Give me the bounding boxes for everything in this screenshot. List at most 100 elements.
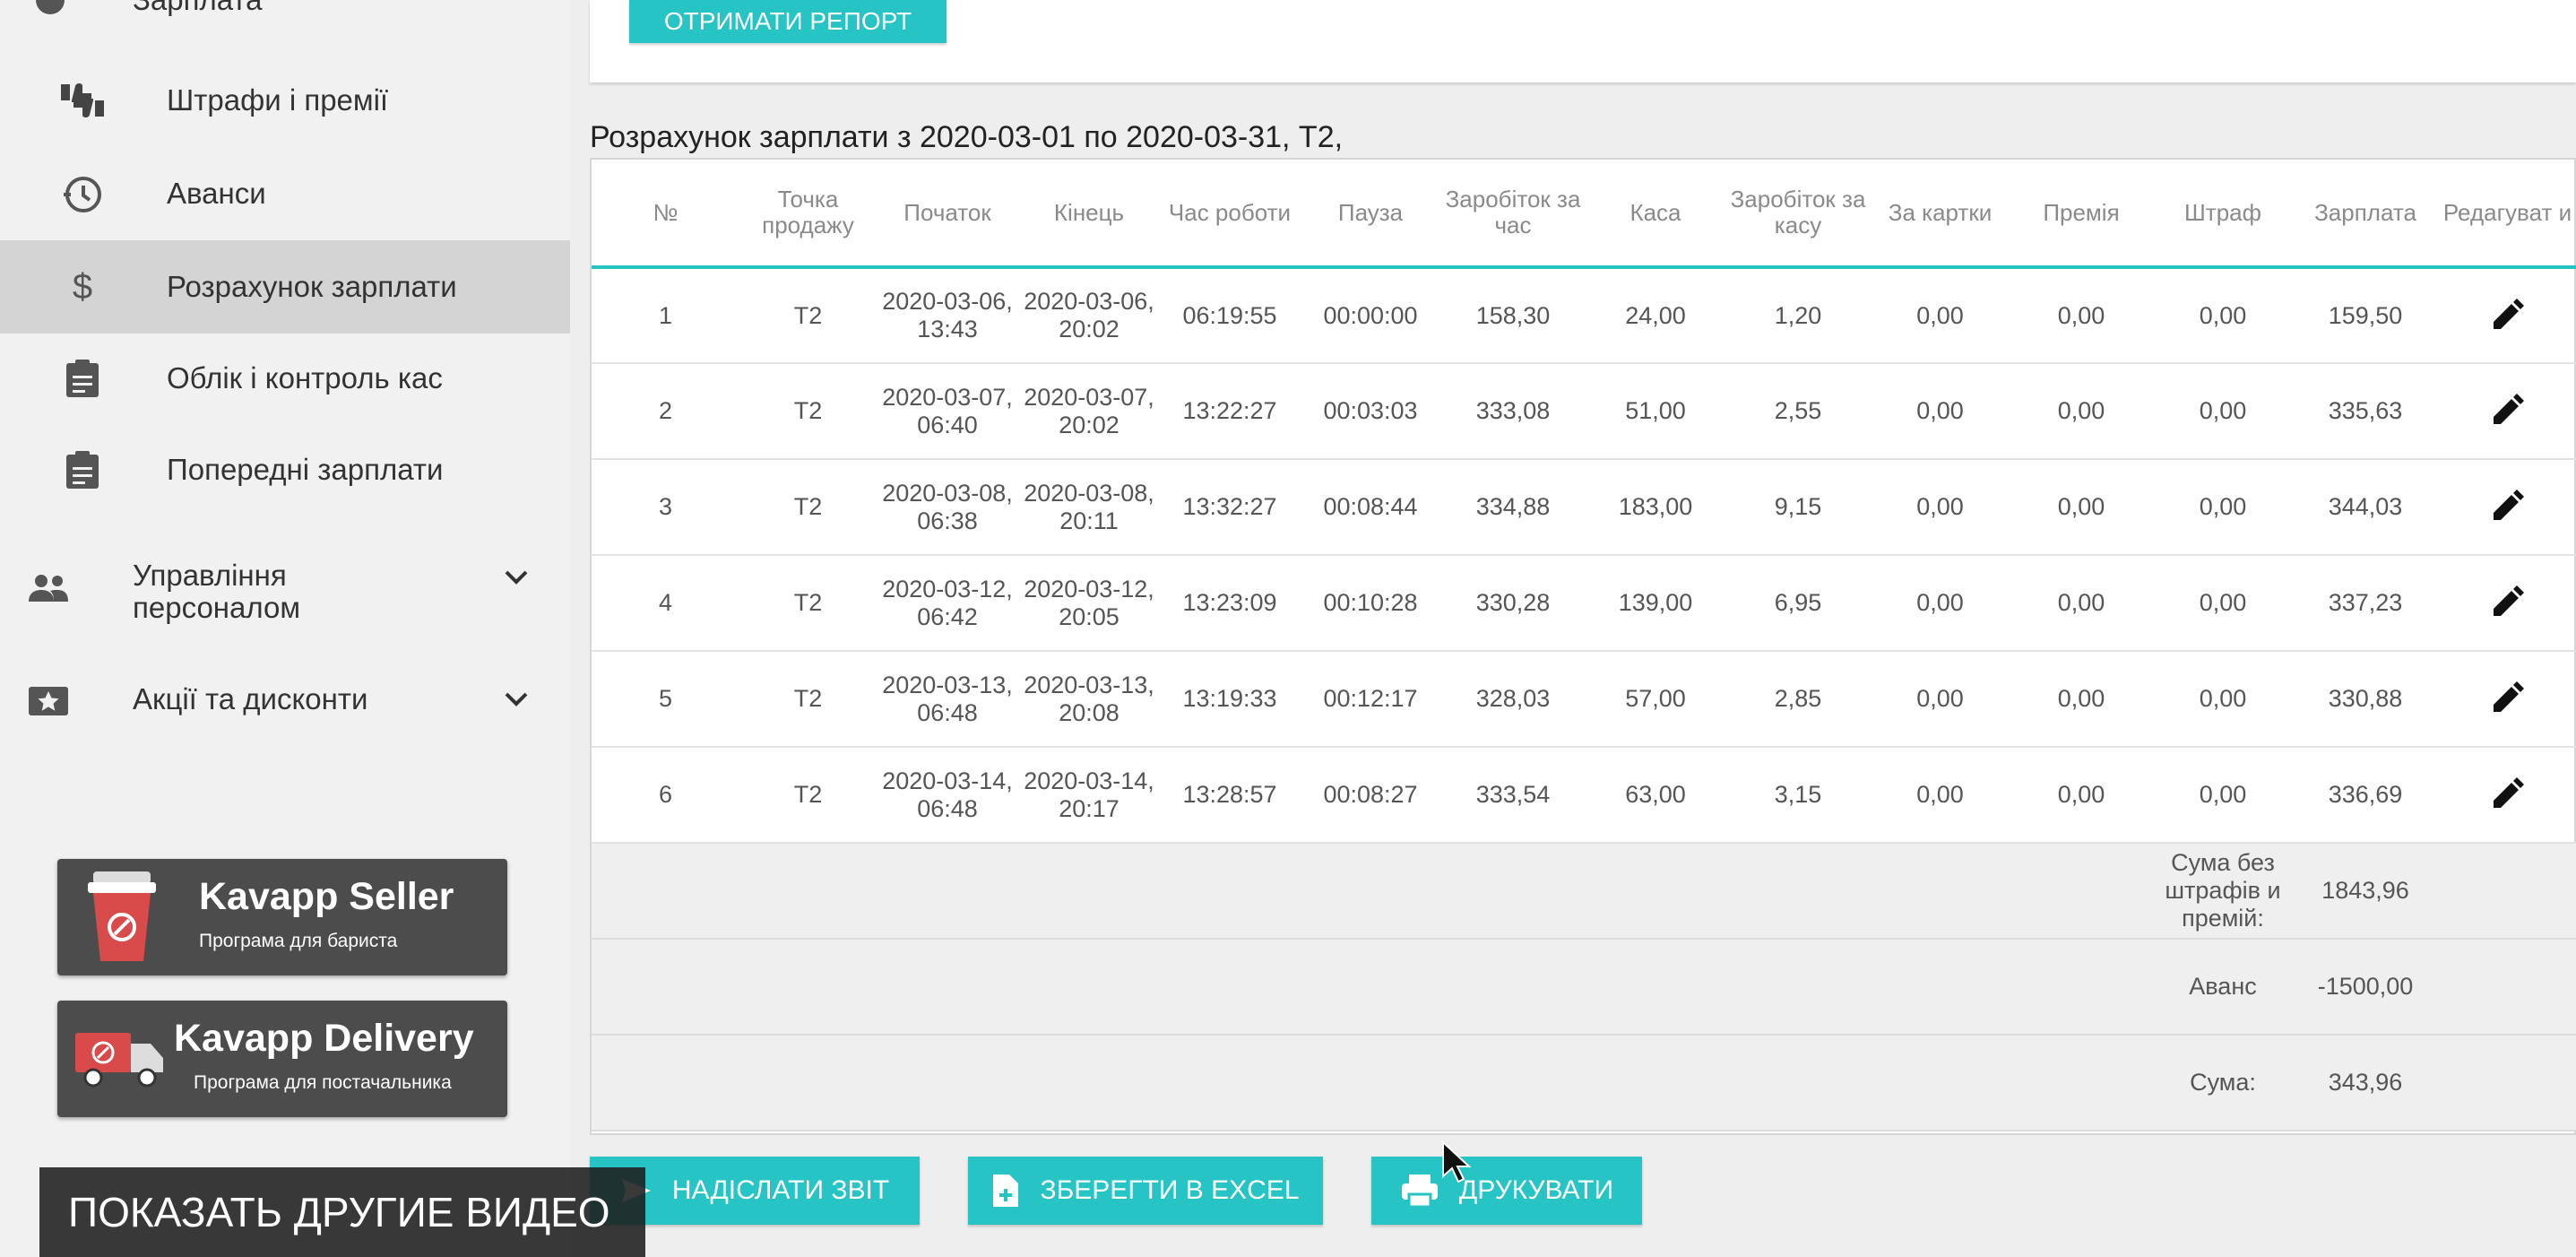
date-part: 2020-03-13,: [882, 671, 1013, 698]
table-cell: 0,00: [2010, 651, 2152, 748]
table-cell: 13:19:33: [1160, 651, 1300, 748]
table-cell: Т2: [739, 651, 877, 748]
table-cell: 00:08:44: [1300, 459, 1441, 556]
table-cell: 24,00: [1585, 267, 1726, 364]
edit-pencil-icon[interactable]: [2486, 293, 2529, 336]
summary-row: Сума: 343,96: [592, 1035, 2576, 1131]
print-button[interactable]: ДРУКУВАТИ: [1371, 1157, 1642, 1225]
chevron-down-icon[interactable]: [498, 559, 534, 595]
summary-value: 1843,96: [2294, 843, 2437, 940]
sidebar-item-previous-salaries[interactable]: Попередні зарплати: [0, 423, 570, 516]
table-cell: 2,85: [1726, 651, 1870, 748]
edit-pencil-icon[interactable]: [2486, 580, 2529, 623]
date-part: 2020-03-06,: [882, 288, 1013, 315]
print-label: ДРУКУВАТИ: [1458, 1175, 1614, 1205]
date-part: 2020-03-07,: [882, 383, 1013, 411]
table-cell: 13:22:27: [1160, 363, 1300, 460]
sidebar-item-label: Попередні зарплати: [167, 453, 444, 486]
sidebar-item-advances[interactable]: Аванси: [0, 147, 570, 240]
save-excel-button[interactable]: ЗБЕРЕГТИ В EXCEL: [968, 1157, 1323, 1225]
summary-row: Сума без штрафів и премій: 1843,96: [592, 843, 2576, 940]
clipboard-icon: [59, 355, 106, 402]
table-cell: 2020-03-06, 20:02: [1018, 267, 1160, 364]
table-cell: 0,00: [2152, 747, 2294, 844]
clock-history-icon: [59, 170, 106, 217]
sidebar-item-label: Облік і контроль кас: [167, 361, 443, 394]
table-cell: 1: [592, 267, 739, 364]
sidebar-item-fines-bonuses[interactable]: Штрафи і премії: [0, 54, 570, 147]
column-header: Штраф: [2152, 160, 2294, 269]
date-part: 2020-03-14,: [1024, 767, 1154, 794]
summary-label: Аванс: [2152, 939, 2294, 1036]
time-part: 20:02: [1059, 411, 1119, 438]
column-header: Редагуват и: [2437, 160, 2576, 269]
thumbs-up-down-icon: [59, 77, 106, 124]
column-header: Премія: [2010, 160, 2152, 269]
table-row: 1 Т2 2020-03-06, 13:43 2020-03-06, 20:02 06:19…: [592, 267, 2576, 364]
mouse-cursor-icon: [1441, 1140, 1472, 1188]
table-cell: 13:32:27: [1160, 459, 1300, 556]
summary-value: 343,96: [2294, 1035, 2437, 1131]
table-cell: 330,88: [2294, 651, 2437, 748]
table-cell: 344,03: [2294, 459, 2437, 556]
time-part: 06:48: [917, 698, 978, 726]
get-report-button[interactable]: ОТРИМАТИ РЕПОРТ: [629, 0, 947, 43]
edit-pencil-icon[interactable]: [2486, 484, 2529, 527]
kavapp-delivery-banner[interactable]: Kavapp Delivery Програма для постачальни…: [57, 1001, 507, 1117]
date-part: 2020-03-06,: [1024, 288, 1154, 315]
table-cell: 2020-03-07, 20:02: [1018, 363, 1160, 460]
table-cell: 2: [592, 363, 739, 460]
table-cell: 0,00: [2152, 555, 2294, 652]
edit-pencil-icon[interactable]: [2486, 772, 2529, 815]
coffee-cup-icon: [86, 870, 158, 969]
summary-spacer: [2437, 843, 2576, 940]
people-icon: [25, 565, 72, 611]
chevron-down-icon[interactable]: [498, 681, 534, 717]
column-header: Каса: [1585, 160, 1726, 269]
table-cell: 0,00: [1870, 363, 2010, 460]
table-cell: 2020-03-12, 06:42: [877, 555, 1018, 652]
time-part: 06:40: [917, 411, 978, 438]
kavapp-seller-banner[interactable]: Kavapp Seller Програма для бариста: [57, 859, 507, 975]
table-cell: 13:23:09: [1160, 555, 1300, 652]
sidebar-group-staff[interactable]: Управління персоналом: [0, 556, 570, 628]
edit-pencil-icon[interactable]: [2486, 676, 2529, 719]
sidebar-item-salary[interactable]: Зарплата: [0, 0, 570, 47]
sidebar-item-label: Зарплата: [133, 0, 263, 17]
table-cell: Т2: [739, 459, 877, 556]
table-cell: 57,00: [1585, 651, 1726, 748]
summary-label: Сума:: [2152, 1035, 2294, 1131]
table-cell: 51,00: [1585, 363, 1726, 460]
clipboard-icon: [59, 446, 106, 493]
table-row: 3 Т2 2020-03-08, 06:38 2020-03-08, 20:11 13:32…: [592, 459, 2576, 556]
sidebar-item-salary-calc[interactable]: $ Розрахунок зарплати: [0, 240, 570, 334]
printer-icon: [1400, 1173, 1439, 1209]
summary-spacer: [592, 843, 2152, 940]
dollar-icon: $: [72, 266, 93, 307]
edit-cell: [2437, 747, 2576, 844]
sidebar-group-label: персоналом: [133, 591, 301, 624]
table-cell: 2020-03-06, 13:43: [877, 267, 1018, 364]
summary-label: Сума без штрафів и премій:: [2152, 843, 2294, 940]
sidebar-item-cash-control[interactable]: Облік і контроль кас: [0, 332, 570, 425]
table-cell: 0,00: [1870, 267, 2010, 364]
column-header: Час роботи: [1160, 160, 1300, 269]
table-cell: 0,00: [2010, 555, 2152, 652]
column-header: Заробіток за касу: [1726, 160, 1870, 269]
table-cell: 00:10:28: [1300, 555, 1441, 652]
show-other-videos-overlay[interactable]: ПОКАЗАТЬ ДРУГИЕ ВИДЕО: [39, 1167, 645, 1257]
table-cell: Т2: [739, 555, 877, 652]
time-part: 06:38: [917, 507, 978, 534]
column-header: Пауза: [1300, 160, 1441, 269]
table-cell: 2020-03-08, 06:38: [877, 459, 1018, 556]
table-cell: 2020-03-08, 20:11: [1018, 459, 1160, 556]
table-cell: 6,95: [1726, 555, 1870, 652]
sidebar-group-promotions[interactable]: Акції та дисконти: [0, 683, 570, 719]
table-row: 2 Т2 2020-03-07, 06:40 2020-03-07, 20:02 13:22…: [592, 363, 2576, 460]
save-excel-label: ЗБЕРЕГТИ В EXCEL: [1040, 1175, 1300, 1205]
table-cell: 3,15: [1726, 747, 1870, 844]
edit-pencil-icon[interactable]: [2486, 388, 2529, 431]
file-add-icon: [991, 1173, 1020, 1209]
table-cell: 00:12:17: [1300, 651, 1441, 748]
table-cell: 3: [592, 459, 739, 556]
